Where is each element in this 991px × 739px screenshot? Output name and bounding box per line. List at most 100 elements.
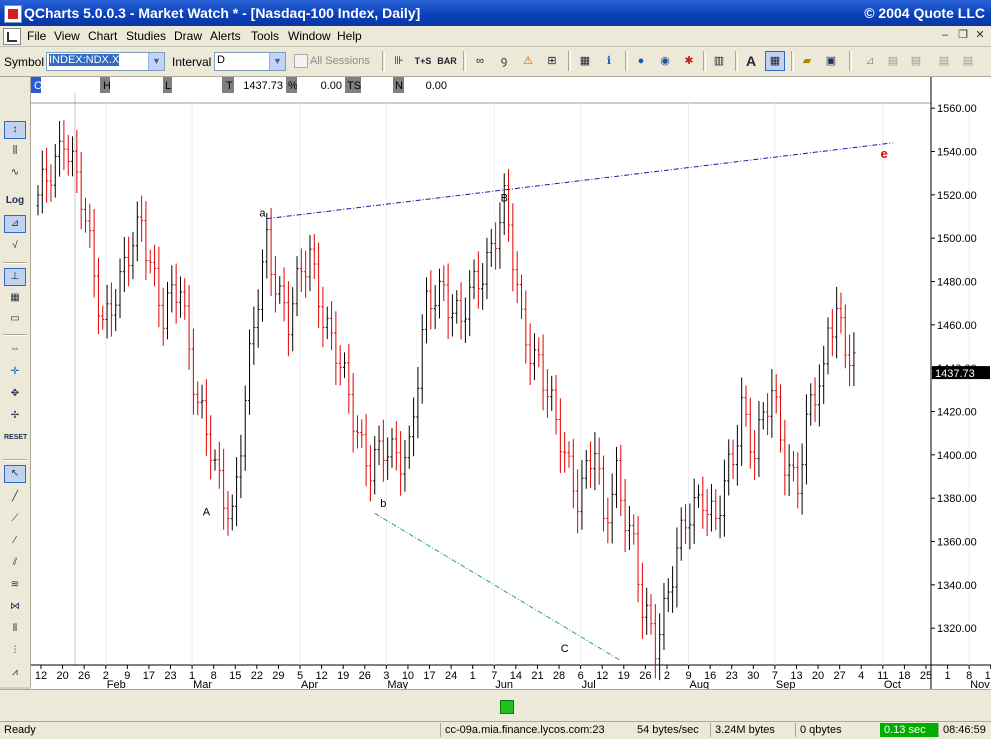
menu-alerts[interactable]: Alerts <box>207 28 244 44</box>
y-tick-label: 1340.00 <box>937 580 977 592</box>
bar-button[interactable]: BAR <box>437 51 457 71</box>
move-icon[interactable]: ✥ <box>4 385 26 403</box>
log-scale-button[interactable]: Log <box>4 192 26 210</box>
ruler-icon[interactable]: ⊞ <box>542 51 562 71</box>
news-icon[interactable]: ◉ <box>655 51 675 71</box>
data-window-icon[interactable]: ▦ <box>4 289 26 307</box>
x-tick-label: 12 <box>35 670 47 682</box>
info-icon[interactable]: ℹ <box>599 51 619 71</box>
x-tick-label: 12 <box>596 670 608 682</box>
save-icon[interactable]: ▣ <box>821 51 841 71</box>
status-ready: Ready <box>4 724 36 736</box>
minimize-icon[interactable]: – <box>938 28 952 42</box>
x-tick-label: 19 <box>618 670 630 682</box>
pointer-icon[interactable]: ↖ <box>4 465 26 483</box>
open-folder-icon[interactable]: ▰ <box>797 51 817 71</box>
grid-toggle-icon[interactable]: ▦ <box>765 51 785 71</box>
menu-file[interactable]: File <box>24 28 49 44</box>
reset-button[interactable]: RESET <box>4 429 27 447</box>
toolbar-separator <box>849 51 852 71</box>
title-bar: QCharts 5.0.0.3 - Market Watch * - [Nasd… <box>0 0 991 26</box>
interval-combo[interactable]: D ▼ <box>214 52 286 71</box>
columns-icon[interactable]: ▥ <box>709 51 729 71</box>
status-queue: 0 qbytes <box>795 723 842 737</box>
menu-draw[interactable]: Draw <box>171 28 205 44</box>
fibonacci-icon[interactable]: ≋ <box>4 576 26 594</box>
menu-bar: File View Chart Studies Draw Alerts Tool… <box>0 26 991 47</box>
time-sales-button[interactable]: T+S <box>413 51 433 71</box>
document-icon[interactable] <box>3 28 21 45</box>
restore-icon[interactable]: ❐ <box>956 28 970 42</box>
menu-studies[interactable]: Studies <box>123 28 169 44</box>
line-chart-icon[interactable]: ∿ <box>4 164 26 182</box>
bug-icon[interactable]: ✱ <box>679 51 699 71</box>
symbol-value[interactable]: INDEX:NDX.X <box>49 54 120 66</box>
expand-horizontal-icon[interactable]: ✛ <box>4 363 26 381</box>
chevron-down-icon[interactable]: ▼ <box>148 53 164 70</box>
y-tick-label: 1500.00 <box>937 233 977 245</box>
autoscale-icon[interactable]: √ <box>4 237 26 255</box>
percent-label: % <box>288 80 298 92</box>
y-tick-label: 1320.00 <box>937 623 977 635</box>
toolbar-separator <box>3 262 27 264</box>
zoom-fit-icon[interactable]: ⇔ <box>4 340 26 358</box>
disabled-tool-icon: ▤ <box>910 55 922 67</box>
drawing-toolbar: ↕ ⫼ ∿ Log ⊿ √ ⊥ ▦ ▭ ⇔ ✛ ✥ ✢ RESET ↖ ╱ ⟋ … <box>0 77 31 687</box>
fib-time-icon[interactable]: ⫶ <box>4 642 26 660</box>
chevron-down-icon[interactable]: ▼ <box>269 53 285 70</box>
disabled-tool-icon: ▤ <box>962 55 974 67</box>
all-sessions-checkbox[interactable] <box>294 54 308 68</box>
toolbar-separator <box>3 334 27 336</box>
scroll-thumb[interactable] <box>500 700 514 714</box>
cycle-lines-icon[interactable]: ⫴ <box>4 620 26 638</box>
menu-help[interactable]: Help <box>334 28 365 44</box>
speed-lines-icon[interactable]: ⩘ <box>4 664 26 682</box>
spiral-icon[interactable]: ꝯ <box>494 51 514 71</box>
compress-icon[interactable]: ✢ <box>4 407 26 425</box>
x-month-label: Mar <box>193 679 212 689</box>
menu-window[interactable]: Window <box>285 28 334 44</box>
scale-icon[interactable]: ⊿ <box>4 215 26 233</box>
ray-icon[interactable]: ⟋ <box>4 510 26 528</box>
x-tick-label: 26 <box>359 670 371 682</box>
globe-icon[interactable]: ● <box>631 51 651 71</box>
last-price-label: 1437.73 <box>935 368 975 380</box>
status-memory: 3.24M bytes <box>710 723 775 737</box>
y-tick-label: 1400.00 <box>937 450 977 462</box>
close-icon[interactable]: ✕ <box>973 28 987 42</box>
panel-icon[interactable]: ▭ <box>4 310 26 328</box>
trendline-icon[interactable]: ╱ <box>4 488 26 506</box>
y-tick-label: 1520.00 <box>937 190 977 202</box>
symbol-combo[interactable]: INDEX:NDX.X ▼ <box>46 52 165 71</box>
channel-icon[interactable]: ⫽ <box>4 554 26 572</box>
menu-view[interactable]: View <box>51 28 83 44</box>
symbol-label: Symbol <box>4 55 45 69</box>
price-chart[interactable]: aAbBCe 1560.00 1540.00 1520.00 1500.00 1480.… <box>31 77 991 689</box>
text-tool-button[interactable]: A <box>741 51 761 71</box>
y-tick-label: 1380.00 <box>937 493 977 505</box>
y-tick-label: 1540.00 <box>937 147 977 159</box>
toolbar-separator <box>382 51 385 71</box>
wave-icon[interactable]: ∞ <box>470 51 490 71</box>
ohlc-chart-svg[interactable]: aAbBCe 1560.001540.001520.001500.001480.… <box>31 77 991 689</box>
menu-tools[interactable]: Tools <box>248 28 282 44</box>
toolbar-separator <box>703 51 706 71</box>
time-scroll-bar[interactable] <box>0 689 991 722</box>
disabled-tool-icon: ▤ <box>938 55 950 67</box>
menu-chart[interactable]: Chart <box>85 28 120 44</box>
bar-chart-icon[interactable]: ⊪ <box>389 51 409 71</box>
grid-layout-icon[interactable]: ▦ <box>575 51 595 71</box>
wave-label: b <box>380 498 386 510</box>
x-month-label: Jul <box>582 679 596 689</box>
candlestick-icon[interactable]: ⫼ <box>4 142 26 160</box>
gann-icon[interactable]: ⋈ <box>4 598 26 616</box>
x-tick-label: 26 <box>639 670 651 682</box>
toolbar-separator <box>463 51 466 71</box>
segment-icon[interactable]: ⁄ <box>4 532 26 550</box>
alert-icon[interactable]: ⚠ <box>518 51 538 71</box>
app-icon[interactable] <box>4 5 22 23</box>
x-month-label: Apr <box>301 679 318 689</box>
crosshair-icon[interactable]: ⊥ <box>4 268 26 286</box>
interval-value[interactable]: D <box>217 54 225 66</box>
cursor-line-icon[interactable]: ↕ <box>4 121 26 139</box>
